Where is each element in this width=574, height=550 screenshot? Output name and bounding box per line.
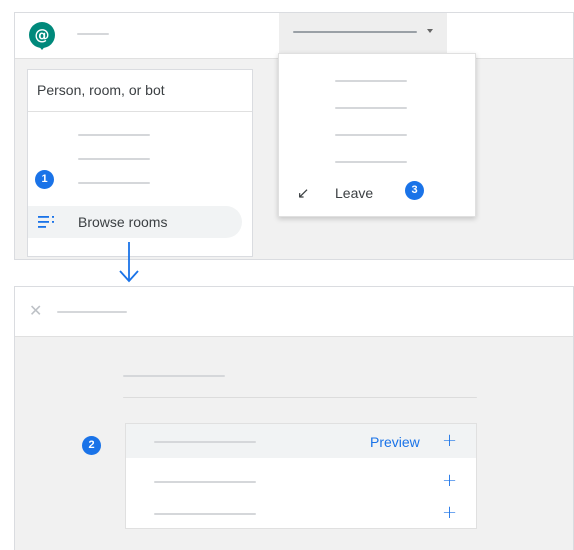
plus-icon[interactable]: +: [442, 430, 457, 451]
step-badge-1: 1: [35, 170, 54, 189]
menu-item-placeholder[interactable]: [335, 80, 407, 82]
dialog-title-placeholder: [57, 311, 127, 313]
search-underline: [123, 397, 477, 398]
leave-arrow-icon: ↙: [297, 184, 310, 202]
chat-logo-icon: @: [29, 22, 55, 50]
browse-rooms-label: Browse rooms: [78, 214, 168, 230]
preview-link[interactable]: Preview: [370, 434, 420, 450]
close-icon[interactable]: ✕: [29, 301, 42, 320]
down-arrow-icon: [119, 242, 139, 283]
step-badge-2: 2: [82, 436, 101, 455]
room-dropdown[interactable]: [279, 13, 447, 53]
room-options-menu: ↙ Leave: [278, 53, 476, 217]
plus-icon[interactable]: +: [442, 502, 457, 523]
plus-icon[interactable]: +: [442, 470, 457, 491]
search-field-placeholder[interactable]: [123, 375, 225, 377]
browse-rooms-button[interactable]: Browse rooms: [28, 206, 242, 238]
menu-item-placeholder[interactable]: [335, 134, 407, 136]
room-name-placeholder: [154, 513, 256, 515]
menu-item-placeholder[interactable]: [335, 161, 407, 163]
room-list: Preview + + +: [125, 423, 477, 529]
sidebar-item-placeholder[interactable]: [78, 182, 150, 184]
room-name-placeholder: [293, 31, 417, 33]
step-badge-3: 3: [405, 181, 424, 200]
chat-window-top: @ Person, room, or bot Browse rooms ↙ Le…: [14, 12, 574, 260]
caret-down-icon: [427, 29, 433, 33]
room-row[interactable]: Preview +: [126, 424, 476, 458]
room-row[interactable]: +: [126, 496, 476, 530]
leave-label: Leave: [335, 185, 374, 201]
browse-rooms-icon: [38, 216, 54, 228]
room-row[interactable]: +: [126, 464, 476, 498]
menu-item-placeholder[interactable]: [335, 107, 407, 109]
sidebar: Person, room, or bot Browse rooms: [27, 69, 253, 257]
room-name-placeholder: [154, 481, 256, 483]
app-name-placeholder: [77, 33, 109, 35]
dialog-header: ✕: [15, 287, 573, 337]
browse-rooms-dialog: ✕ Preview + + +: [14, 286, 574, 550]
search-input[interactable]: Person, room, or bot: [28, 70, 252, 112]
sidebar-item-placeholder[interactable]: [78, 158, 150, 160]
sidebar-item-placeholder[interactable]: [78, 134, 150, 136]
room-name-placeholder: [154, 441, 256, 443]
